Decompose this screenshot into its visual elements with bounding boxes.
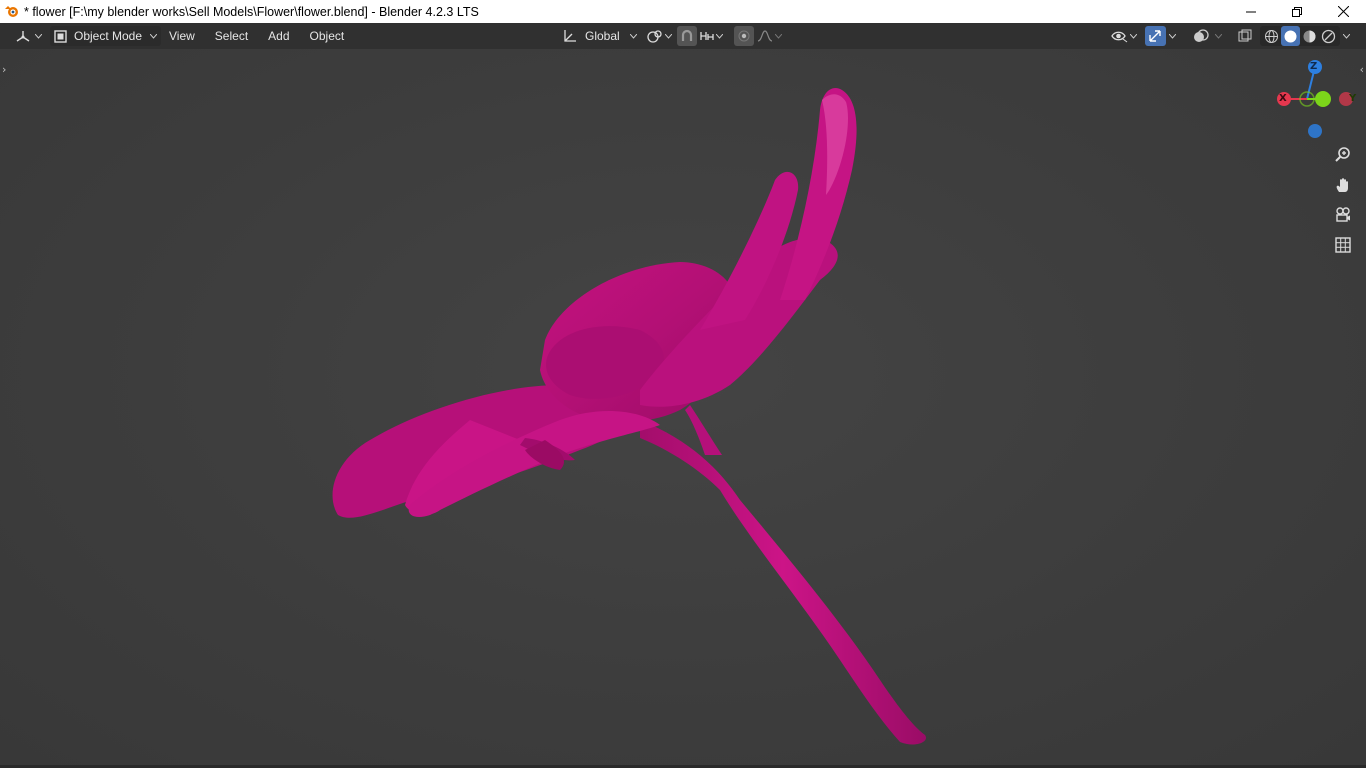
gizmo-toggle-icon [1148, 29, 1163, 43]
chevron-down-icon [629, 33, 637, 39]
camera-icon[interactable] [1331, 203, 1355, 227]
hand-pan-icon[interactable] [1331, 173, 1355, 197]
chevron-down-icon [665, 33, 672, 39]
chevron-down-icon [775, 33, 782, 39]
close-icon[interactable] [1320, 0, 1366, 23]
shading-mode-group [1260, 26, 1340, 46]
overlays-icon [1193, 29, 1209, 43]
3d-viewport[interactable]: › ‹ Z Y X [0, 49, 1366, 768]
axis-x-label: X [1279, 93, 1287, 104]
falloff-curve-icon [757, 30, 773, 42]
transform-orientation-dropdown[interactable]: Global [558, 26, 642, 46]
flower-model[interactable] [0, 49, 1366, 768]
viewport-header: Object Mode View Select Add Object Globa… [0, 23, 1366, 49]
minimize-icon[interactable] [1228, 0, 1274, 23]
overlays-toggle[interactable] [1190, 26, 1212, 46]
blender-logo-icon [4, 4, 20, 20]
orientation-label: Global [585, 29, 620, 43]
proportional-edit-toggle[interactable] [734, 26, 754, 46]
wireframe-shading-icon[interactable] [1262, 26, 1281, 46]
3d-viewport-icon [15, 29, 31, 43]
snap-increment-icon [700, 30, 714, 42]
rendered-shading-icon[interactable] [1319, 26, 1338, 46]
menu-object[interactable]: Object [303, 26, 352, 46]
snap-toggle[interactable] [677, 26, 697, 46]
eye-icon [1111, 30, 1128, 43]
chevron-down-icon [1130, 33, 1137, 39]
axis-y-label: Y [1349, 93, 1357, 104]
menu-select[interactable]: Select [208, 26, 255, 46]
navigation-gizmo[interactable]: Z Y X [1270, 59, 1360, 139]
mode-label: Object Mode [74, 29, 143, 43]
shading-dropdown[interactable] [1340, 26, 1353, 46]
pivot-point-dropdown[interactable] [642, 26, 677, 46]
mode-selector[interactable]: Object Mode [50, 26, 162, 46]
transform-orientation-icon [563, 29, 577, 43]
window-titlebar: * flower [F:\my blender works\Sell Model… [0, 0, 1366, 23]
flower-stem [640, 420, 926, 745]
chevron-down-icon [35, 33, 42, 39]
visibility-dropdown[interactable] [1108, 26, 1140, 46]
window-title: * flower [F:\my blender works\Sell Model… [24, 4, 479, 19]
menu-add[interactable]: Add [261, 26, 296, 46]
falloff-dropdown[interactable] [754, 26, 785, 46]
chevron-down-icon [150, 33, 158, 39]
xray-icon [1238, 29, 1252, 43]
xray-toggle[interactable] [1235, 26, 1255, 46]
chevron-down-icon [716, 33, 723, 39]
zoom-icon[interactable] [1331, 143, 1355, 167]
object-mode-icon [54, 29, 67, 43]
solid-shading-icon[interactable] [1281, 26, 1300, 46]
axis-z-label: Z [1310, 61, 1318, 72]
editor-type-button[interactable] [10, 26, 47, 46]
overlays-dropdown[interactable] [1212, 26, 1225, 46]
pivot-point-icon [647, 29, 663, 43]
gizmo-dropdown[interactable] [1166, 26, 1179, 46]
snap-magnet-icon [680, 29, 694, 43]
chevron-down-icon [1215, 33, 1222, 39]
snap-target-dropdown[interactable] [697, 26, 726, 46]
chevron-down-icon [1343, 33, 1350, 39]
restore-icon[interactable] [1274, 0, 1320, 23]
proportional-edit-icon [738, 30, 750, 42]
material-preview-shading-icon[interactable] [1300, 26, 1319, 46]
menu-view[interactable]: View [162, 26, 202, 46]
gizmo-toggle-button[interactable] [1145, 26, 1166, 46]
chevron-down-icon [1169, 33, 1176, 39]
grid-ortho-icon[interactable] [1331, 233, 1355, 257]
